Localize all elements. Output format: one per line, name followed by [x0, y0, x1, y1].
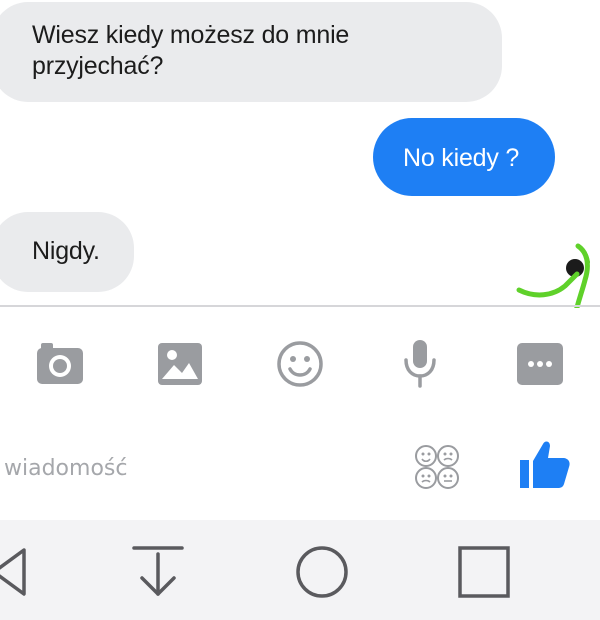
outgoing-message-bubble[interactable]: No kiedy ?	[373, 118, 555, 196]
emoji-icon[interactable]	[272, 336, 328, 392]
system-navigation-bar	[0, 520, 600, 620]
camera-icon[interactable]	[32, 336, 88, 392]
thumbs-up-icon[interactable]	[516, 436, 574, 494]
gallery-icon[interactable]	[152, 336, 208, 392]
message-composer	[0, 418, 600, 520]
collapse-keyboard-icon[interactable]	[126, 540, 190, 604]
composer-divider	[0, 305, 600, 307]
home-icon[interactable]	[290, 540, 354, 604]
back-icon[interactable]	[0, 540, 46, 604]
recents-icon[interactable]	[452, 540, 516, 604]
stickers-icon[interactable]	[412, 442, 462, 492]
incoming-message-bubble[interactable]: Nigdy.	[0, 212, 134, 292]
message-input[interactable]	[4, 448, 384, 488]
microphone-icon[interactable]	[392, 336, 448, 392]
more-icon[interactable]	[512, 336, 568, 392]
incoming-message-bubble[interactable]: Wiesz kiedy możesz do mnie przyjechać?	[0, 2, 502, 102]
composer-toolbar	[0, 308, 600, 418]
